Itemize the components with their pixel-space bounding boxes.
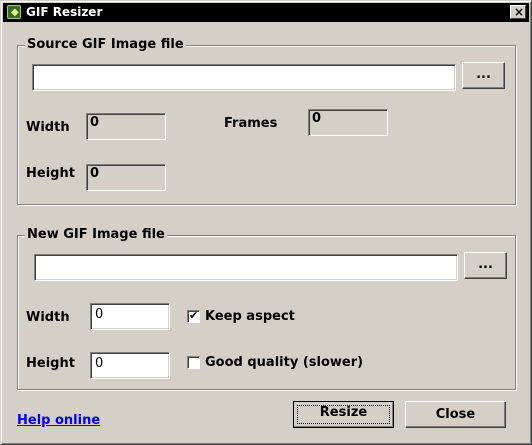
good-quality-checkbox[interactable] bbox=[187, 356, 200, 369]
target-browse-button[interactable]: ... bbox=[464, 252, 507, 279]
source-frames-label: Frames bbox=[224, 116, 278, 131]
source-height-label: Height bbox=[26, 166, 75, 181]
source-width-value: 0 bbox=[86, 113, 166, 140]
target-group-legend: New GIF Image file bbox=[25, 227, 167, 243]
source-width-label: Width bbox=[26, 120, 70, 135]
source-group-legend: Source GIF Image file bbox=[25, 37, 186, 53]
window-close-button[interactable]: × bbox=[510, 5, 526, 19]
target-width-input[interactable]: 0 bbox=[90, 303, 170, 330]
target-height-label: Height bbox=[26, 356, 75, 371]
check-icon: ✔ bbox=[189, 309, 199, 322]
focus-indicator bbox=[297, 405, 390, 424]
source-height-value: 0 bbox=[86, 164, 166, 191]
close-button[interactable]: Close bbox=[405, 401, 506, 428]
source-browse-button[interactable]: ... bbox=[462, 62, 505, 89]
keep-aspect-checkbox[interactable]: ✔ bbox=[187, 309, 200, 323]
good-quality-label[interactable]: Good quality (slower) bbox=[205, 355, 363, 371]
title-bar[interactable]: ◆ GIF Resizer × bbox=[3, 3, 529, 22]
resize-button[interactable]: Resize bbox=[293, 401, 394, 428]
keep-aspect-label[interactable]: Keep aspect bbox=[205, 309, 295, 325]
help-online-link[interactable]: Help online bbox=[17, 413, 100, 429]
window-title: GIF Resizer bbox=[26, 5, 103, 19]
target-path-input[interactable] bbox=[34, 254, 458, 281]
app-icon: ◆ bbox=[7, 5, 21, 19]
target-width-label: Width bbox=[26, 310, 70, 325]
target-group: New GIF Image file ... Width 0 ✔ Keep as… bbox=[17, 227, 516, 390]
target-height-input[interactable]: 0 bbox=[90, 352, 170, 379]
gif-resizer-window: ◆ GIF Resizer × Source GIF Image file ..… bbox=[0, 0, 532, 445]
source-path-input[interactable] bbox=[32, 64, 456, 91]
source-group: Source GIF Image file ... Width 0 Frames… bbox=[17, 37, 516, 205]
source-frames-value: 0 bbox=[308, 109, 388, 136]
close-icon: × bbox=[514, 5, 525, 19]
